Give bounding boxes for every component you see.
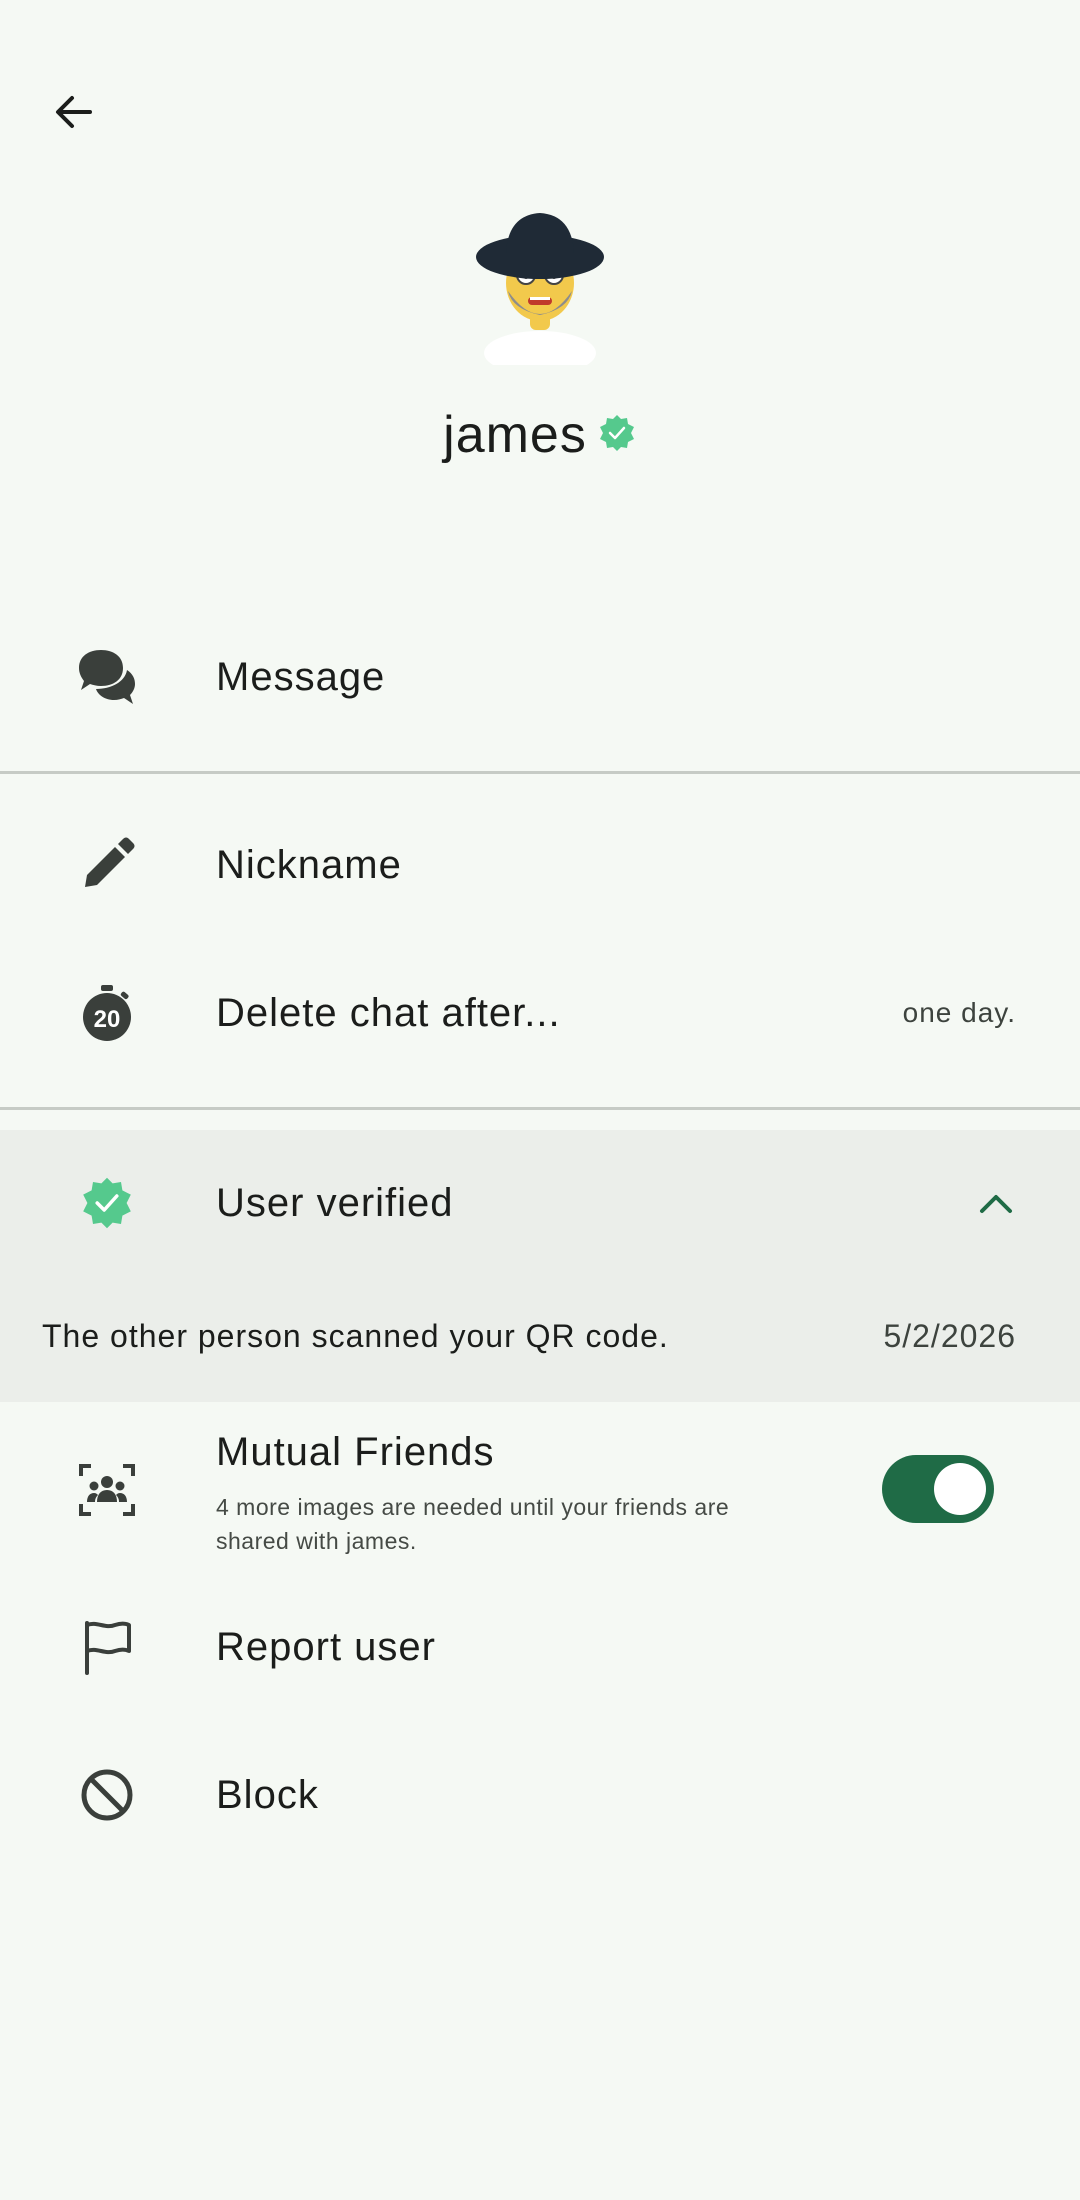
report-user-label: Report user bbox=[216, 1624, 436, 1669]
contact-profile-screen: james Message Nickname 20 Delete chat af… bbox=[0, 0, 1080, 2200]
report-user-row[interactable]: Report user bbox=[0, 1612, 1080, 1682]
message-row[interactable]: Message bbox=[0, 642, 1080, 712]
mutual-friends-toggle[interactable] bbox=[882, 1455, 994, 1523]
delete-chat-row[interactable]: 20 Delete chat after... one day. bbox=[0, 978, 1080, 1048]
chat-bubbles-icon bbox=[72, 642, 142, 712]
verified-badge-icon bbox=[72, 1168, 142, 1238]
group-scan-icon bbox=[72, 1455, 142, 1525]
chevron-up-icon[interactable] bbox=[976, 1183, 1016, 1223]
flag-icon bbox=[72, 1612, 142, 1682]
delete-chat-value: one day. bbox=[902, 997, 1016, 1028]
divider bbox=[0, 771, 1080, 774]
nickname-row[interactable]: Nickname bbox=[0, 830, 1080, 900]
verified-detail-text: The other person scanned your QR code. bbox=[42, 1318, 669, 1354]
avatar bbox=[470, 205, 610, 375]
timer-badge-text: 20 bbox=[94, 1006, 121, 1033]
pencil-icon bbox=[72, 830, 142, 900]
divider bbox=[0, 1107, 1080, 1110]
block-label: Block bbox=[216, 1772, 319, 1817]
block-row[interactable]: Block bbox=[0, 1760, 1080, 1830]
arrow-left-icon bbox=[50, 88, 98, 141]
timer-20-icon: 20 bbox=[72, 978, 142, 1048]
mutual-friends-subtitle: 4 more images are needed until your frie… bbox=[216, 1494, 730, 1554]
profile-name-row: james bbox=[0, 400, 1080, 470]
block-icon bbox=[72, 1760, 142, 1830]
user-verified-row[interactable]: User verified bbox=[0, 1168, 1080, 1238]
verified-badge-icon bbox=[597, 413, 637, 458]
user-verified-label: User verified bbox=[216, 1180, 454, 1225]
back-button[interactable] bbox=[40, 80, 108, 148]
delete-chat-label: Delete chat after... bbox=[216, 990, 561, 1035]
verified-date: 5/2/2026 bbox=[883, 1318, 1016, 1354]
profile-name: james bbox=[443, 406, 587, 464]
toggle-knob bbox=[934, 1463, 986, 1515]
mutual-friends-label: Mutual Friends bbox=[216, 1430, 495, 1474]
nickname-label: Nickname bbox=[216, 842, 402, 887]
message-label: Message bbox=[216, 654, 386, 699]
